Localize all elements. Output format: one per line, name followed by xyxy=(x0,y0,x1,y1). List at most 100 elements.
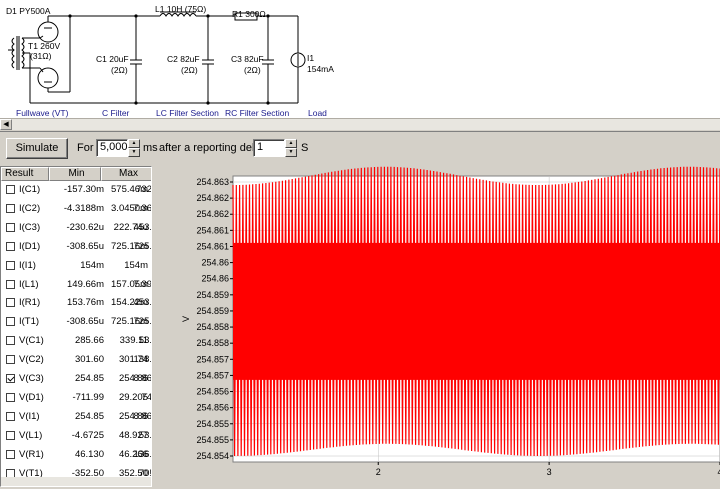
schematic-hscrollbar[interactable]: ◀ xyxy=(0,118,720,130)
header-result[interactable]: Result xyxy=(1,167,49,181)
spin-up-icon[interactable]: ▲ xyxy=(285,139,297,148)
y-tick-label: 254.862 xyxy=(196,193,229,203)
result-extra: 136. xyxy=(133,448,152,460)
duration-spinner[interactable]: ▲ ▼ xyxy=(128,139,140,157)
table-row[interactable]: V(R1) 46.130 46.266 136. xyxy=(1,447,152,462)
c3-resistance: (2Ω) xyxy=(244,65,261,75)
section-lc-filter: LC Filter Section xyxy=(156,108,219,118)
result-extra: 732 xyxy=(136,184,152,195)
result-name: I(C2) xyxy=(19,202,41,214)
result-checkbox[interactable] xyxy=(6,336,15,346)
results-table: Result Min Max I(C1) -157.30m 575.46m 732 I(… xyxy=(0,166,152,487)
table-row[interactable]: I(L1) 149.66m 157.05m 7.39 xyxy=(1,277,152,292)
result-min: -711.99 xyxy=(72,391,104,403)
result-min: -308.65u xyxy=(66,240,104,252)
table-hscrollbar[interactable] xyxy=(1,477,151,486)
y-tick-label: 254.856 xyxy=(196,403,229,413)
table-row[interactable]: I(T1) -308.65u 725.16m 725. xyxy=(1,314,152,329)
result-name: I(D1) xyxy=(19,240,41,252)
waveform-chart: 254.863 254.862 254.862 254.861 254.861 254.8… xyxy=(163,166,720,489)
table-row[interactable]: V(L1) -4.6725 48.927 53. xyxy=(1,428,151,443)
result-checkbox[interactable] xyxy=(6,185,15,194)
table-row[interactable]: I(C3) -230.62u 222.74u 453. xyxy=(1,220,152,235)
table-row[interactable]: V(D1) -711.99 29.205 74 xyxy=(1,390,152,405)
result-checkbox[interactable] xyxy=(6,355,15,365)
table-row[interactable]: I(C2) -4.3188m 3.0450m 7.36 xyxy=(1,201,152,216)
delay-spinner[interactable]: ▲ ▼ xyxy=(285,139,297,157)
section-fullwave: Fullwave (VT) xyxy=(16,108,69,118)
result-checkbox[interactable] xyxy=(6,374,15,383)
result-checkbox[interactable] xyxy=(6,279,15,289)
t1-resistance: (31Ω) xyxy=(30,51,52,61)
y-tick-label: 254.857 xyxy=(196,370,229,380)
table-row[interactable]: I(D1) -308.65u 725.16m 725. xyxy=(1,239,151,254)
app-window: D1 PY500A T1 260V (31Ω) L1 10H (75Ω) R1 … xyxy=(0,0,720,489)
result-name: I(C1) xyxy=(19,184,41,195)
simulate-button[interactable]: Simulate xyxy=(6,138,68,159)
delay-input[interactable]: 1 xyxy=(253,139,285,157)
d1-label: D1 PY500A xyxy=(6,6,51,16)
result-extra: 8.86 xyxy=(133,373,152,384)
table-row[interactable]: V(C1) 285.66 339.11 53. xyxy=(1,333,151,348)
scroll-left-icon[interactable]: ◀ xyxy=(0,119,12,130)
result-extra: 453. xyxy=(133,297,152,309)
result-extra: 725. xyxy=(133,316,152,328)
result-checkbox[interactable] xyxy=(6,449,15,459)
result-min: 285.66 xyxy=(74,335,104,347)
header-min[interactable]: Min xyxy=(49,167,101,181)
table-row[interactable]: V(C2) 301.60 301.74 138. xyxy=(1,352,152,367)
x-tick-label: 3 xyxy=(547,467,552,477)
result-name: I(R1) xyxy=(19,297,41,309)
result-name: V(L1) xyxy=(19,429,43,441)
result-name: I(L1) xyxy=(19,278,39,290)
spin-down-icon[interactable]: ▼ xyxy=(128,148,140,157)
x-tick-label: 2 xyxy=(376,467,381,477)
result-extra: 74 xyxy=(141,391,152,403)
spin-up-icon[interactable]: ▲ xyxy=(128,139,140,148)
result-extra: 8.86 xyxy=(133,410,152,422)
result-checkbox[interactable] xyxy=(6,241,15,251)
table-row[interactable]: I(I1) 154m 154m xyxy=(1,258,151,273)
t1-label: T1 260V xyxy=(28,41,61,51)
for-label: For xyxy=(77,142,94,154)
result-checkbox[interactable] xyxy=(6,298,15,308)
result-min: -230.62u xyxy=(66,221,104,233)
y-tick-label: 254.861 xyxy=(196,241,229,251)
section-rc-filter: RC Filter Section xyxy=(225,108,290,118)
result-min: 153.76m xyxy=(67,297,104,309)
result-min: -157.30m xyxy=(63,184,104,195)
duration-input[interactable]: 5,000 xyxy=(96,139,128,157)
table-row[interactable]: I(R1) 153.76m 154.22m 453. xyxy=(1,295,152,310)
result-checkbox[interactable] xyxy=(6,222,15,232)
c3-label: C3 82uF xyxy=(231,54,264,64)
table-row[interactable]: I(C1) -157.30m 575.46m 732 xyxy=(1,182,152,197)
result-min: 301.60 xyxy=(74,354,104,366)
result-checkbox[interactable] xyxy=(6,203,15,213)
spin-down-icon[interactable]: ▼ xyxy=(285,148,297,157)
result-checkbox[interactable] xyxy=(6,260,15,270)
result-extra: 453. xyxy=(133,221,152,233)
table-row[interactable]: V(I1) 254.85 254.86 8.86 xyxy=(1,409,152,424)
c1-label: C1 20uF xyxy=(96,54,129,64)
result-extra: 138. xyxy=(133,354,152,366)
y-tick-label: 254.858 xyxy=(196,338,229,348)
result-extra: 7.39 xyxy=(133,278,152,290)
chart-svg: 254.863254.862254.862254.861254.861254.8… xyxy=(181,166,720,477)
result-name: V(C2) xyxy=(19,354,44,366)
l1-label: L1 10H (75Ω) xyxy=(155,4,207,14)
result-min: 46.130 xyxy=(74,448,104,460)
result-extra: 7.36 xyxy=(133,202,152,214)
result-name: V(R1) xyxy=(19,448,44,460)
y-tick-label: 254.862 xyxy=(196,209,229,219)
y-tick-label: 254.86 xyxy=(201,258,229,268)
table-row[interactable]: V(C3) 254.85 254.86 8.86 xyxy=(1,371,152,386)
i1-label: I1 xyxy=(307,53,315,63)
result-checkbox[interactable] xyxy=(6,392,15,402)
result-checkbox[interactable] xyxy=(6,317,15,327)
result-min: 154m xyxy=(80,259,104,271)
result-checkbox[interactable] xyxy=(6,430,15,440)
result-checkbox[interactable] xyxy=(6,411,15,421)
result-name: V(I1) xyxy=(19,410,40,422)
y-tick-label: 254.855 xyxy=(196,419,229,429)
header-max[interactable]: Max xyxy=(101,167,151,181)
